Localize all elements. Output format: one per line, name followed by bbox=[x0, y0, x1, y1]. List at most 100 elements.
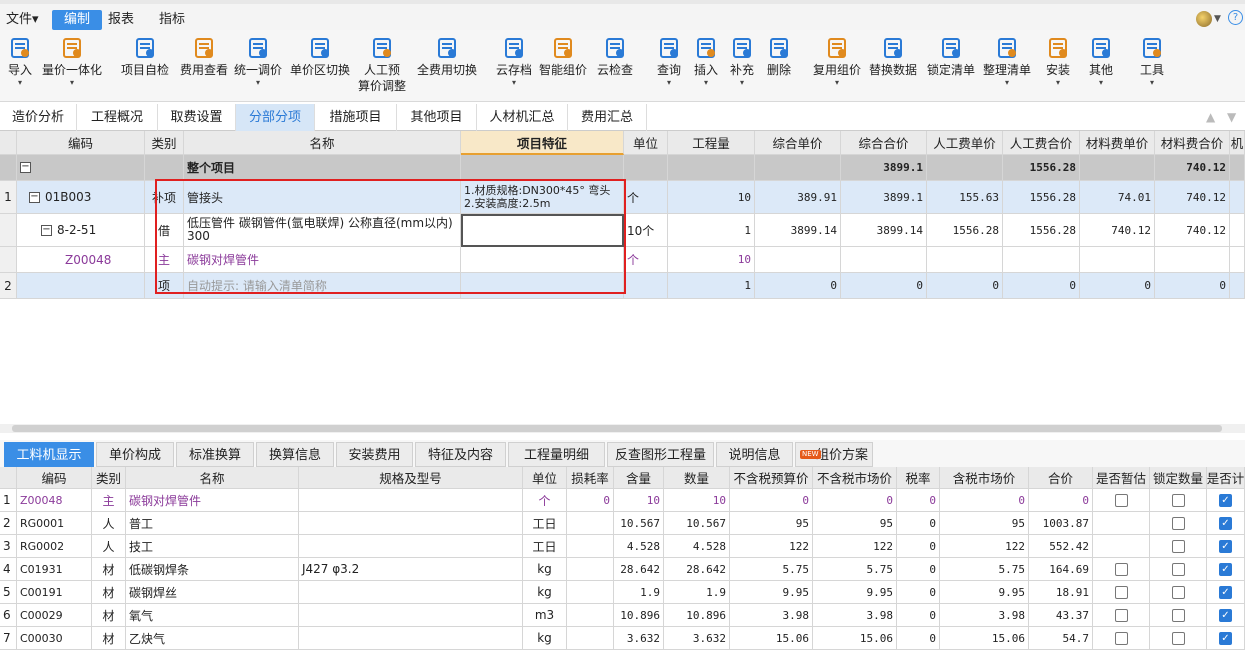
ribbon-button-12[interactable]: 插入 ▾ bbox=[690, 36, 722, 87]
resource-row[interactable]: 4 C01931 材低碳钢焊条 J427 φ3.2 kg 28.642 28.642 5.75… bbox=[0, 558, 1245, 581]
tab-5[interactable]: 其他项目 bbox=[397, 104, 477, 131]
resource-header-1[interactable]: 类别 bbox=[92, 467, 126, 489]
cell-p2[interactable]: 9.95 bbox=[813, 581, 897, 604]
cell-p2[interactable]: 5.75 bbox=[813, 558, 897, 581]
resource-row[interactable]: 7 C00030 材乙炔气 kg 3.632 3.632 15.06 15.06 0 15.06 5… bbox=[0, 627, 1245, 650]
cell-p2[interactable]: 95 bbox=[813, 512, 897, 535]
resource-row[interactable]: 6 C00029 材氧气 m3 10.896 10.896 3.98 3.98 0 3.98 43.… bbox=[0, 604, 1245, 627]
header-7[interactable]: 综合合价 bbox=[841, 131, 927, 155]
tab-2[interactable]: 取费设置 bbox=[158, 104, 236, 131]
detail-tab-3[interactable]: 换算信息 bbox=[256, 442, 334, 467]
checkbox-checked[interactable]: ✓ bbox=[1219, 631, 1232, 645]
header-12[interactable]: 机 bbox=[1230, 131, 1245, 155]
cell-qty[interactable]: 10.567 bbox=[664, 512, 730, 535]
chevron-down-icon[interactable]: ▾ bbox=[652, 78, 686, 87]
chevron-down-icon[interactable]: ▾ bbox=[1136, 78, 1168, 87]
arrow-up-icon[interactable]: ▲ bbox=[1206, 110, 1215, 124]
scrollbar-thumb[interactable] bbox=[12, 425, 1222, 432]
resource-header-0[interactable]: 编码 bbox=[17, 467, 92, 489]
checkbox-checked[interactable]: ✓ bbox=[1219, 585, 1232, 599]
chevron-down-icon[interactable]: ▼ bbox=[1214, 14, 1221, 24]
ribbon-button-13[interactable]: 补充 ▾ bbox=[726, 36, 758, 87]
detail-tab-6[interactable]: 工程量明细 bbox=[508, 442, 605, 467]
checkbox-unchecked[interactable] bbox=[1171, 516, 1185, 530]
code-cell[interactable]: −8-2-51 bbox=[17, 214, 145, 247]
ribbon-button-11[interactable]: 查询 ▾ bbox=[652, 36, 686, 87]
ribbon-button-9[interactable]: 智能组价 bbox=[537, 36, 589, 78]
chevron-down-icon[interactable]: ▾ bbox=[1042, 78, 1074, 87]
resource-header-11[interactable]: 含税市场价 bbox=[940, 467, 1029, 489]
detail-tab-4[interactable]: 安装费用 bbox=[336, 442, 413, 467]
resource-header-4[interactable]: 单位 bbox=[523, 467, 567, 489]
ribbon-button-8[interactable]: 云存档 ▾ bbox=[493, 36, 535, 87]
checkbox-checked[interactable]: ✓ bbox=[1219, 562, 1232, 576]
resource-header-2[interactable]: 名称 bbox=[126, 467, 299, 489]
ribbon-button-16[interactable]: 替换数据 bbox=[866, 36, 920, 78]
checkbox-checked[interactable]: ✓ bbox=[1219, 493, 1232, 507]
ribbon-button-21[interactable]: 工具 ▾ bbox=[1136, 36, 1168, 87]
resource-header-7[interactable]: 数量 bbox=[664, 467, 730, 489]
resource-header-15[interactable]: 是否计 bbox=[1207, 467, 1245, 489]
collapse-icon[interactable]: − bbox=[29, 191, 40, 203]
header-9[interactable]: 人工费合价 bbox=[1003, 131, 1080, 155]
resource-header-8[interactable]: 不含税预算价 bbox=[730, 467, 813, 489]
resource-header-3[interactable]: 规格及型号 bbox=[299, 467, 523, 489]
ribbon-button-15[interactable]: 复用组价 ▾ bbox=[812, 36, 862, 87]
header-2[interactable]: 名称 bbox=[184, 131, 461, 155]
cell-p2[interactable]: 15.06 bbox=[813, 627, 897, 650]
cell-qty[interactable]: 10.896 bbox=[664, 604, 730, 627]
name-cell[interactable]: 自动提示: 请输入清单简称 bbox=[184, 273, 461, 299]
resource-row[interactable]: 1 Z00048 主碳钢对焊管件个 0 10 10 0 0 0 0 0 ✓ bbox=[0, 489, 1245, 512]
detail-tab-1[interactable]: 单价构成 bbox=[96, 442, 174, 467]
resource-row[interactable]: 3 RG0002 人技工 工日 4.528 4.528 122 122 0 122 552.42 ✓ bbox=[0, 535, 1245, 558]
cell-qty[interactable]: 1.9 bbox=[664, 581, 730, 604]
detail-tab-5[interactable]: 特征及内容 bbox=[415, 442, 506, 467]
bill-row[interactable]: −8-2-51 借低压管件 碳钢管件(氩电联焊) 公称直径(mm以内) 300 10个… bbox=[0, 214, 1245, 247]
chevron-down-icon[interactable]: ▾ bbox=[493, 78, 535, 87]
tab-7[interactable]: 费用汇总 bbox=[568, 104, 647, 131]
ribbon-button-7[interactable]: 全费用切换 bbox=[414, 36, 480, 78]
header-11[interactable]: 材料费合价 bbox=[1155, 131, 1230, 155]
checkbox-unchecked[interactable] bbox=[1171, 562, 1185, 576]
arrow-down-icon[interactable]: ▼ bbox=[1227, 110, 1236, 124]
ribbon-button-14[interactable]: 删除 bbox=[763, 36, 795, 78]
header-1[interactable]: 类别 bbox=[145, 131, 184, 155]
cell-qty[interactable]: 10 bbox=[664, 489, 730, 512]
chevron-down-icon[interactable]: ▾ bbox=[812, 78, 862, 87]
header-10[interactable]: 材料费单价 bbox=[1080, 131, 1155, 155]
resource-header-14[interactable]: 锁定数量 bbox=[1150, 467, 1207, 489]
ribbon-button-0[interactable]: 导入 ▾ bbox=[4, 36, 36, 87]
ribbon-button-20[interactable]: 其他 ▾ bbox=[1085, 36, 1117, 87]
checkbox-unchecked[interactable] bbox=[1171, 539, 1185, 553]
header-6[interactable]: 综合单价 bbox=[755, 131, 841, 155]
resource-header-6[interactable]: 含量 bbox=[614, 467, 664, 489]
menu-file[interactable]: 文件▾ bbox=[0, 10, 45, 30]
tab-4[interactable]: 措施项目 bbox=[315, 104, 397, 131]
checkbox-unchecked[interactable] bbox=[1171, 585, 1185, 599]
chevron-down-icon[interactable]: ▾ bbox=[726, 78, 758, 87]
checkbox-checked[interactable]: ✓ bbox=[1219, 539, 1232, 553]
resource-row[interactable]: 2 RG0001 人普工 工日 10.567 10.567 95 95 0 95 1003.87 ✓ bbox=[0, 512, 1245, 535]
feature-cell[interactable] bbox=[461, 247, 624, 273]
detail-tab-7[interactable]: 反查图形工程量 bbox=[607, 442, 714, 467]
tab-3[interactable]: 分部分项 bbox=[236, 104, 315, 131]
user-avatar[interactable] bbox=[1196, 11, 1212, 27]
cell-p2[interactable]: 122 bbox=[813, 535, 897, 558]
ribbon-button-6[interactable]: 人工预 算价调整 bbox=[357, 36, 407, 94]
checkbox-unchecked[interactable] bbox=[1114, 585, 1128, 599]
total-row[interactable]: − 整个项目 3899.1 1556.28 740.12 bbox=[0, 155, 1245, 181]
header-0[interactable]: 编码 bbox=[17, 131, 145, 155]
bill-row[interactable]: Z00048 主碳钢对焊管件 个 10 bbox=[0, 247, 1245, 273]
resource-row[interactable]: 5 C00191 材碳钢焊丝 kg 1.9 1.9 9.95 9.95 0 9.95 18.91 ✓ bbox=[0, 581, 1245, 604]
tab-1[interactable]: 工程概况 bbox=[77, 104, 158, 131]
ribbon-button-3[interactable]: 费用查看 bbox=[177, 36, 231, 78]
collapse-icon[interactable]: − bbox=[41, 224, 52, 236]
cell-qty[interactable]: 4.528 bbox=[664, 535, 730, 558]
bill-row[interactable]: 1−01B003 补项 管接头 1.材质规格:DN300*45° 弯头 2.安装高度:2… bbox=[0, 181, 1245, 214]
name-cell[interactable]: 低压管件 碳钢管件(氩电联焊) 公称直径(mm以内) 300 bbox=[184, 214, 461, 247]
checkbox-unchecked[interactable] bbox=[1114, 608, 1128, 622]
chevron-down-icon[interactable]: ▾ bbox=[690, 78, 722, 87]
ribbon-button-19[interactable]: 安装 ▾ bbox=[1042, 36, 1074, 87]
resource-header-12[interactable]: 合价 bbox=[1029, 467, 1093, 489]
feature-cell[interactable] bbox=[461, 214, 624, 247]
